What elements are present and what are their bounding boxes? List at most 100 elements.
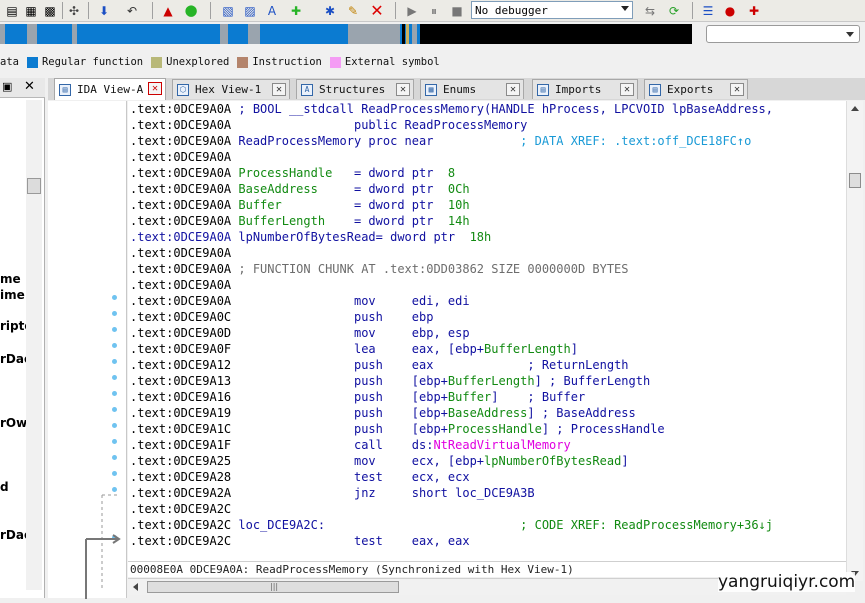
disasm-token: BufferLength [484,342,571,356]
warning-icon[interactable]: ▲ [158,1,178,20]
disasm-line[interactable]: .text:0DCE9A1F call ds:NtReadVirtualMemo… [130,437,571,453]
jump-icon[interactable]: ⬇ [94,1,114,20]
watch-icon[interactable]: ✚ [744,1,764,20]
tab-enums[interactable]: ▦ Enums ✕ [420,79,524,99]
close-icon[interactable]: ✕ [506,83,520,96]
disasm-line[interactable]: .text:0DCE9A0A [130,245,231,261]
disasm-token: Buffer [231,198,282,212]
disasm-line[interactable]: .text:0DCE9A2C loc_DCE9A2C: ; CODE XREF:… [130,517,773,533]
function-item[interactable]: d [0,480,26,494]
tab-ida-view-a[interactable]: ▤ IDA View-A ✕ [54,78,166,100]
tab-hex-view-1[interactable]: ⬡ Hex View-1 ✕ [172,79,290,99]
disasm-line[interactable]: .text:0DCE9A0A ; BOOL __stdcall ReadProc… [130,101,773,117]
disasm-line[interactable]: .text:0DCE9A0A [130,149,231,165]
functions-icon[interactable]: ▤ [2,1,22,20]
breakpoint-icon[interactable]: ● [720,1,740,20]
disasm-line[interactable]: .text:0DCE9A0C push ebp [130,309,433,325]
tab-exports[interactable]: ▤ Exports ✕ [644,79,748,99]
functions-scrollbar[interactable] [26,100,42,590]
disasm-token: lpNumberOfBytesRead= dword ptr [231,230,470,244]
scroll-left-icon[interactable] [133,583,138,591]
disasm-line[interactable]: .text:0DCE9A2C [130,501,231,517]
close-icon[interactable]: ✕ [396,83,410,96]
function-item[interactable]: ripto [0,319,26,333]
stop-icon[interactable]: ■ [447,1,467,20]
close-icon[interactable]: ✕ [148,82,162,95]
scroll-up-icon[interactable] [851,106,859,111]
delete-icon[interactable]: ✕ [367,1,387,20]
disassembly-vscrollbar[interactable] [846,101,863,581]
function-item[interactable]: ime [0,288,26,302]
disasm-token: ] ; ProcessHandle [541,422,665,436]
refresh-icon[interactable]: ⟳ [664,1,684,20]
disasm-token: public ReadProcessMemory [231,118,528,132]
legend-label: ata [0,56,19,68]
debugger-select[interactable]: No debugger [471,1,633,19]
disasm-line[interactable]: .text:0DCE9A0A Buffer = dword ptr 10h [130,197,470,213]
close-icon[interactable]: ✕ [272,83,286,96]
star-icon[interactable]: ✱ [320,1,340,20]
disasm-line[interactable]: .text:0DCE9A0F lea eax, [ebp+BufferLengt… [130,341,578,357]
disasm-line[interactable]: .text:0DCE9A0A [130,277,231,293]
disasm-token: push [ebp+ [231,374,448,388]
restore-icon[interactable]: ▣ [2,80,12,93]
patch-icon[interactable]: ✣ [64,1,84,20]
function-item[interactable]: me [0,272,26,286]
close-icon[interactable]: ✕ [620,83,634,96]
scrollbar-thumb[interactable] [849,173,861,188]
list-icon[interactable]: ☰ [698,1,718,20]
pause-icon[interactable]: ⏸ [424,1,444,20]
address: .text:0DCE9A0A [130,182,232,196]
tab-label: Hex View-1 [195,83,262,96]
disasm-line[interactable]: .text:0DCE9A0D mov ebp, esp [130,325,470,341]
function-item[interactable]: rOwn [0,416,26,430]
disasm-line[interactable]: .text:0DCE9A28 test ecx, ecx [130,469,470,485]
run-icon[interactable]: ● [181,1,201,20]
disasm-token: ; ReturnLength [433,358,629,372]
disasm-line[interactable]: .text:0DCE9A0A ReadProcessMemory proc ne… [130,133,751,149]
watermark: yangruiqiyr.com [718,572,856,592]
function-item[interactable]: rDac [0,352,26,366]
scrollbar-thumb[interactable] [27,178,41,194]
disasm-line[interactable]: .text:0DCE9A0A ; FUNCTION CHUNK AT .text… [130,261,629,277]
close-icon[interactable]: ✕ [730,83,744,96]
tab-structures[interactable]: A Structures ✕ [296,79,414,99]
address: .text:0DCE9A0A [130,198,232,212]
code-icon[interactable]: ▧ [218,1,238,20]
disasm-line[interactable]: .text:0DCE9A19 push [ebp+BaseAddress] ; … [130,405,636,421]
disasm-line[interactable]: .text:0DCE9A0A BaseAddress = dword ptr 0… [130,181,470,197]
names-icon[interactable]: ▦ [21,1,41,20]
disasm-line[interactable]: .text:0DCE9A13 push [ebp+BufferLength] ;… [130,373,650,389]
disasm-line[interactable]: .text:0DCE9A1C push [ebp+ProcessHandle] … [130,421,665,437]
disasm-token: Buffer [447,390,492,404]
address: .text:0DCE9A13 [130,374,232,388]
strings-icon[interactable]: ▩ [40,1,60,20]
disasm-line[interactable]: .text:0DCE9A25 mov ecx, [ebp+lpNumberOfB… [130,453,629,469]
disasm-token: lea eax, [ebp+ [231,342,485,356]
play-icon[interactable]: ▶ [402,1,422,20]
disasm-line[interactable]: .text:0DCE9A12 push eax ; ReturnLength [130,357,629,373]
close-icon[interactable]: ✕ [24,79,35,94]
disasm-token: = dword ptr [281,198,448,212]
disasm-line[interactable]: .text:0DCE9A0A mov edi, edi [130,293,470,309]
disasm-line[interactable]: .text:0DCE9A2C test eax, eax [130,533,470,549]
chevron-down-icon [846,32,854,37]
disasm-line[interactable]: .text:0DCE9A0A lpNumberOfBytesRead= dwor… [130,229,491,245]
disasm-line[interactable]: .text:0DCE9A2A jnz short loc_DCE9A3B [130,485,535,501]
disasm-line[interactable]: .text:0DCE9A0A ProcessHandle = dword ptr… [130,165,455,181]
address: .text:0DCE9A0D [130,326,232,340]
data-icon[interactable]: ▨ [240,1,260,20]
disasm-line[interactable]: .text:0DCE9A16 push [ebp+Buffer] ; Buffe… [130,389,585,405]
tab-imports[interactable]: ▤ Imports ✕ [532,79,638,99]
disasm-line[interactable]: .text:0DCE9A0A BufferLength = dword ptr … [130,213,470,229]
text-icon[interactable]: A [262,1,282,20]
edit-icon[interactable]: ✎ [343,1,363,20]
attach-icon[interactable]: ⇆ [640,1,660,20]
navigation-band[interactable] [0,24,692,44]
add-icon[interactable]: ✚ [286,1,306,20]
back-icon[interactable]: ↶ [122,1,142,20]
disassembly-view[interactable]: .text:0DCE9A0A ; BOOL __stdcall ReadProc… [128,101,846,561]
segment-dropdown[interactable] [706,25,860,43]
function-item[interactable]: rDac [0,528,26,542]
disasm-line[interactable]: .text:0DCE9A0A public ReadProcessMemory [130,117,527,133]
